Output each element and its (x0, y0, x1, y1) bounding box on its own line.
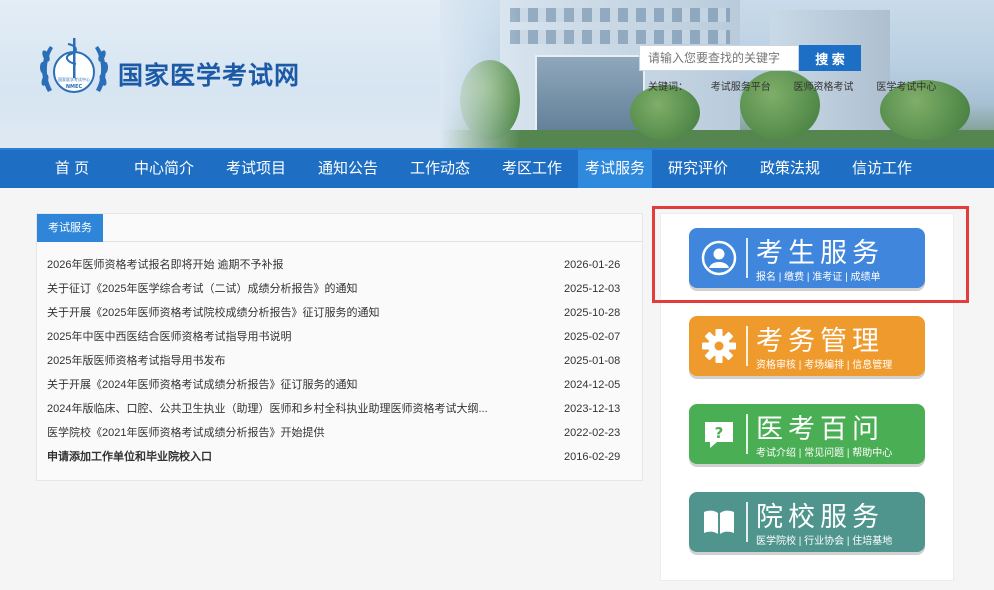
quick-link-item[interactable]: 医师资格考试 (794, 82, 854, 93)
search-button[interactable]: 搜 索 (799, 45, 861, 71)
service-subtitle: 考试介绍 | 常见问题 | 帮助中心 (756, 448, 893, 459)
news-item[interactable]: 关于开展《2024年医师资格考试成绩分析报告》征订服务的通知 2024-12-0… (47, 373, 642, 397)
header-banner-image (440, 0, 994, 148)
news-item[interactable]: 关于开展《2025年医师资格考试院校成绩分析报告》征订服务的通知 2025-10… (47, 301, 642, 325)
logo-text-top: 国家医学考试中心 (58, 76, 90, 82)
news-date: 2025-12-03 (564, 283, 621, 295)
news-title[interactable]: 关于开展《2024年医师资格考试成绩分析报告》征订服务的通知 (47, 373, 527, 397)
news-item[interactable]: 2026年医师资格考试报名即将开始 逾期不予补报 2026-01-26 (47, 253, 642, 277)
news-date: 2024-12-05 (564, 379, 621, 391)
news-title[interactable]: 2025年中医中西医结合医师资格考试指导用书说明 (47, 325, 527, 349)
news-title[interactable]: 2026年医师资格考试报名即将开始 逾期不予补报 (47, 253, 527, 277)
service-button-faq[interactable]: ? 医考百问 考试介绍 | 常见问题 | 帮助中心 (689, 404, 925, 464)
news-date: 2026-01-26 (564, 259, 621, 271)
quick-links: 关键词： 考试服务平台 医师资格考试 医学考试中心 (648, 78, 956, 93)
news-item[interactable]: 2025年版医师资格考试指导用书发布 2025-01-08 (47, 349, 642, 373)
news-date: 2025-02-07 (564, 331, 621, 343)
book-icon (704, 510, 734, 534)
news-date: 2025-01-08 (564, 355, 621, 367)
service-button-exam-admin[interactable]: 考务管理 资格审核 | 考场编排 | 信息管理 (689, 316, 925, 376)
quick-link-item[interactable]: 考试服务平台 (711, 82, 771, 93)
logo-text-abbr: NMEC (66, 84, 83, 90)
news-title[interactable]: 医学院校《2021年医师资格考试成绩分析报告》开始提供 (47, 421, 527, 445)
news-date: 2016-02-29 (564, 451, 621, 463)
news-panel-header: 考试服务 (37, 214, 642, 242)
quick-links-label: 关键词： (648, 82, 688, 93)
nav-item-exam-projects[interactable]: 考试项目 (210, 150, 302, 188)
news-item[interactable]: 2025年中医中西医结合医师资格考试指导用书说明 2025-02-07 (47, 325, 642, 349)
nav-item-petitions[interactable]: 信访工作 (836, 150, 928, 188)
news-title[interactable]: 2025年版医师资格考试指导用书发布 (47, 349, 527, 373)
svg-text:?: ? (715, 424, 724, 442)
news-title[interactable]: 申请添加工作单位和毕业院校入口 (47, 445, 527, 469)
highlight-box (652, 206, 969, 303)
nav-item-notices[interactable]: 通知公告 (302, 150, 394, 188)
news-item[interactable]: 医学院校《2021年医师资格考试成绩分析报告》开始提供 2022-02-23 (47, 421, 642, 445)
news-tab-exam-services[interactable]: 考试服务 (37, 214, 103, 242)
nav-item-exam-areas[interactable]: 考区工作 (486, 150, 578, 188)
service-title: 院校服务 (756, 502, 884, 533)
nav-item-home[interactable]: 首 页 (26, 150, 118, 188)
news-item[interactable]: 申请添加工作单位和毕业院校入口 2016-02-29 (47, 445, 642, 469)
site-title[interactable]: 国家医学考试网 (118, 56, 300, 92)
news-date: 2023-12-13 (564, 403, 621, 415)
gear-icon (702, 329, 736, 363)
search-input[interactable] (639, 45, 799, 71)
news-title[interactable]: 关于开展《2025年医师资格考试院校成绩分析报告》征订服务的通知 (47, 301, 527, 325)
news-date: 2022-02-23 (564, 427, 621, 439)
news-title[interactable]: 2024年版临床、口腔、公共卫生执业（助理）医师和乡村全科执业助理医师资格考试大… (47, 397, 527, 421)
site-header: 国家医学考试中心 NMEC 国家医学考试网 搜 索 关键词： 考试服务平台 医师… (0, 0, 994, 148)
service-subtitle: 资格审核 | 考场编排 | 信息管理 (756, 360, 893, 371)
news-panel: 考试服务 2026年医师资格考试报名即将开始 逾期不予补报 2026-01-26… (36, 213, 643, 481)
question-bubble-icon: ? (705, 422, 733, 448)
nav-item-exam-services[interactable]: 考试服务 (578, 150, 652, 188)
news-title[interactable]: 关于征订《2025年医学综合考试（二试）成绩分析报告》的通知 (47, 277, 527, 301)
service-subtitle: 医学院校 | 行业协会 | 住培基地 (756, 536, 893, 547)
main-nav: 首 页 中心简介 考试项目 通知公告 工作动态 考区工作 考试服务 研究评价 政… (0, 148, 994, 188)
news-item[interactable]: 关于征订《2025年医学综合考试（二试）成绩分析报告》的通知 2025-12-0… (47, 277, 642, 301)
nav-item-work-news[interactable]: 工作动态 (394, 150, 486, 188)
nav-item-policies[interactable]: 政策法规 (744, 150, 836, 188)
service-button-institutions[interactable]: 院校服务 医学院校 | 行业协会 | 住培基地 (689, 492, 925, 552)
service-title: 考务管理 (756, 326, 884, 357)
quick-link-item[interactable]: 医学考试中心 (876, 82, 936, 93)
nav-item-research[interactable]: 研究评价 (652, 150, 744, 188)
service-title: 医考百问 (756, 414, 884, 445)
news-date: 2025-10-28 (564, 307, 621, 319)
nmec-logo[interactable]: 国家医学考试中心 NMEC (38, 34, 110, 102)
news-item[interactable]: 2024年版临床、口腔、公共卫生执业（助理）医师和乡村全科执业助理医师资格考试大… (47, 397, 642, 421)
nav-item-about[interactable]: 中心简介 (118, 150, 210, 188)
news-list: 2026年医师资格考试报名即将开始 逾期不予补报 2026-01-26 关于征订… (37, 242, 642, 469)
